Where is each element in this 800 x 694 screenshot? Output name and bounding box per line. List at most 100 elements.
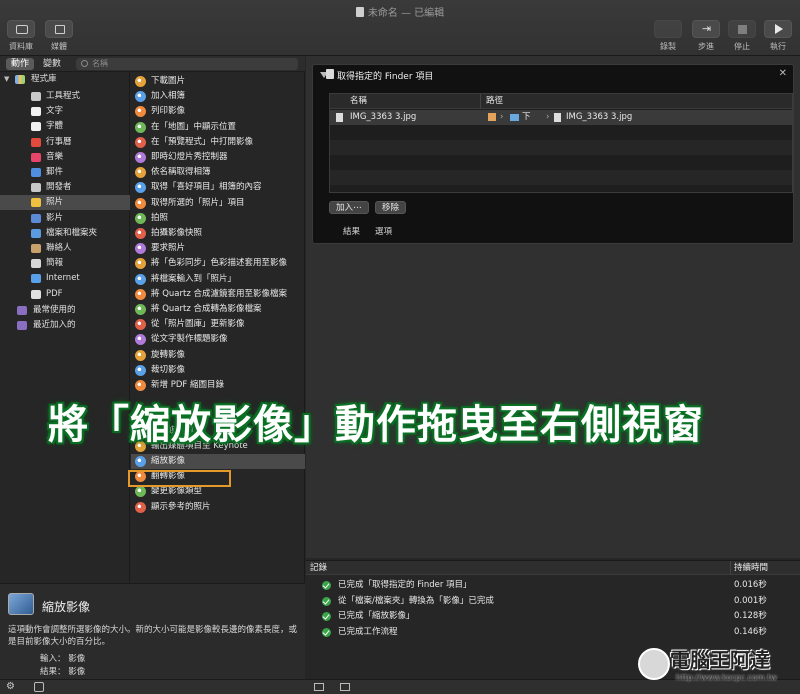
sidebar-item[interactable]: 照片 bbox=[0, 195, 130, 211]
category-icon bbox=[31, 107, 41, 117]
sidebar-item[interactable]: 字體 bbox=[0, 119, 130, 134]
log-row: 已完成「取得指定的 Finder 項目」 0.016秒 bbox=[306, 578, 800, 593]
library-list: ▼ 程式庫 工具程式 文字 字體 行事曆 音樂 郵件 開發者 照片 影片 檔案和檔案夾 聯絡人 簡報 I… bbox=[0, 72, 130, 582]
action-item[interactable]: 將 Quartz 合成濾鏡套用至影像檔案 bbox=[131, 287, 305, 302]
action-item[interactable]: 拍照 bbox=[131, 211, 305, 226]
action-item[interactable]: 顯示參考的照片 bbox=[131, 500, 305, 515]
sidebar-item[interactable]: 工具程式 bbox=[0, 89, 130, 104]
action-item[interactable]: 即時幻燈片秀控制器 bbox=[131, 150, 305, 165]
split-view-icon[interactable] bbox=[340, 683, 350, 691]
action-item[interactable]: 變更影像類型 bbox=[131, 484, 305, 499]
chevron-down-icon[interactable] bbox=[34, 682, 44, 692]
category-icon bbox=[31, 228, 41, 238]
list-view-icon[interactable] bbox=[314, 683, 324, 691]
action-item[interactable]: 縮放影像 bbox=[131, 454, 305, 469]
tab-options[interactable]: 選項 bbox=[375, 225, 392, 237]
action-item[interactable]: 下載圖片 bbox=[131, 74, 305, 89]
category-icon bbox=[31, 289, 41, 299]
sidebar-item[interactable]: PDF bbox=[0, 287, 130, 302]
stop-button[interactable] bbox=[728, 20, 756, 38]
category-icon bbox=[31, 274, 41, 284]
action-item[interactable]: 將 Quartz 合成轉為影像檔案 bbox=[131, 302, 305, 317]
action-item[interactable]: 從文字製作標題影像 bbox=[131, 332, 305, 347]
checkmark-icon bbox=[322, 581, 331, 590]
column-name[interactable]: 名稱 bbox=[350, 94, 367, 109]
sidebar-item[interactable]: 文字 bbox=[0, 104, 130, 119]
action-item[interactable]: 從「照片圖庫」更新影像 bbox=[131, 317, 305, 332]
smart-folder-icon bbox=[17, 321, 27, 330]
log-row: 從「檔案/檔案夾」轉換為「影像」已完成 0.001秒 bbox=[306, 594, 800, 609]
action-icon bbox=[135, 228, 146, 239]
action-item[interactable]: 加入相簿 bbox=[131, 89, 305, 104]
category-icon bbox=[31, 213, 41, 223]
sidebar-item[interactable]: 行事曆 bbox=[0, 135, 130, 150]
action-item[interactable]: 要求照片 bbox=[131, 241, 305, 256]
action-item[interactable]: 在「預覽程式」中打開影像 bbox=[131, 135, 305, 150]
column-path[interactable]: 路徑 bbox=[486, 94, 503, 109]
library-root[interactable]: ▼ 程式庫 bbox=[0, 72, 130, 87]
sidebar-item[interactable]: 郵件 bbox=[0, 165, 130, 180]
remove-button[interactable]: 移除 bbox=[375, 201, 407, 214]
table-header: 名稱 路徑 bbox=[330, 94, 792, 109]
action-item[interactable]: 列印影像 bbox=[131, 104, 305, 119]
action-icon bbox=[135, 167, 146, 179]
sidebar-item[interactable]: 開發者 bbox=[0, 180, 130, 195]
column-log[interactable]: 記錄 bbox=[310, 561, 327, 575]
play-icon bbox=[775, 24, 783, 34]
checkmark-icon bbox=[322, 612, 331, 621]
action-item[interactable]: 裁切影像 bbox=[131, 363, 305, 378]
record-label: 錄製 bbox=[660, 42, 676, 51]
gear-icon[interactable]: ⚙ bbox=[6, 681, 15, 692]
checkmark-icon bbox=[322, 596, 331, 606]
tab-variables[interactable]: 變數 bbox=[38, 58, 66, 70]
table-row[interactable]: IMG_3363 3.jpg › 下 › IMG_3363 3.jpg bbox=[330, 110, 792, 125]
sidebar-item[interactable]: 簡報 bbox=[0, 256, 130, 271]
sidebar-item[interactable]: Internet bbox=[0, 271, 130, 286]
action-item[interactable]: 將檔案輸入到「照片」 bbox=[131, 272, 305, 287]
action-item[interactable]: 依名稱取得相簿 bbox=[131, 165, 305, 180]
category-icon bbox=[31, 259, 41, 269]
action-item[interactable]: 將「色彩同步」色彩描述套用至影像 bbox=[131, 256, 305, 271]
action-item[interactable]: 翻轉影像 bbox=[131, 469, 305, 484]
library-button[interactable] bbox=[7, 20, 35, 38]
category-icon bbox=[31, 244, 41, 253]
music-icon bbox=[55, 25, 65, 34]
action-icon bbox=[135, 106, 146, 118]
document-icon bbox=[355, 7, 364, 17]
tab-results[interactable]: 結果 bbox=[343, 225, 360, 237]
action-item[interactable]: 新增 PDF 縮圖目錄 bbox=[131, 378, 305, 393]
action-item[interactable]: 取得所選的「照片」項目 bbox=[131, 196, 305, 211]
sidebar-item[interactable]: 音樂 bbox=[0, 150, 130, 165]
action-item[interactable]: 旋轉影像 bbox=[131, 348, 305, 363]
record-button[interactable] bbox=[654, 20, 682, 38]
sidebar-item[interactable]: 影片 bbox=[0, 211, 130, 226]
category-icon bbox=[31, 152, 41, 162]
action-icon bbox=[135, 334, 146, 346]
action-description: 縮放影像 這項動作會調整所選影像的大小。新的大小可能是影像較長邊的像素長度，或是… bbox=[0, 583, 305, 679]
workflow-area[interactable]: 取得指定的 Finder 項目 ✕ 名稱 路徑 IMG_3363 3.jpg ›… bbox=[306, 56, 800, 558]
library-added[interactable]: 最近加入的 bbox=[0, 318, 130, 333]
library-recent[interactable]: 最常使用的 bbox=[0, 303, 130, 318]
action-card[interactable]: 取得指定的 Finder 項目 ✕ 名稱 路徑 IMG_3363 3.jpg ›… bbox=[312, 64, 794, 244]
log-header: 記錄 持續時間 bbox=[306, 561, 800, 575]
add-button[interactable]: 加入⋯ bbox=[329, 201, 369, 214]
close-icon[interactable]: ✕ bbox=[779, 68, 787, 79]
step-button[interactable]: ⇥ bbox=[692, 20, 720, 38]
run-button[interactable] bbox=[764, 20, 792, 38]
action-item[interactable]: 在「地圖」中顯示位置 bbox=[131, 120, 305, 135]
library-icon bbox=[15, 75, 25, 84]
media-button[interactable] bbox=[45, 20, 73, 38]
column-duration[interactable]: 持續時間 bbox=[734, 561, 768, 575]
sidebar-item[interactable]: 檔案和檔案夾 bbox=[0, 226, 130, 241]
description-result: 結果： 影像 bbox=[40, 667, 86, 677]
sidebar-item[interactable]: 聯絡人 bbox=[0, 241, 130, 256]
mascot-logo bbox=[638, 648, 670, 680]
category-icon bbox=[31, 137, 41, 147]
action-item[interactable]: 取得「喜好項目」相簿的內容 bbox=[131, 180, 305, 195]
path-file: IMG_3363 3.jpg bbox=[566, 112, 633, 122]
finder-items-table[interactable]: 名稱 路徑 IMG_3363 3.jpg › 下 › IMG_3363 3.jp… bbox=[329, 93, 793, 193]
stop-icon bbox=[738, 25, 747, 34]
tab-actions[interactable]: 動作 bbox=[6, 58, 35, 70]
search-input[interactable]: 名稱 bbox=[76, 58, 298, 70]
action-item[interactable]: 拍攝影像快照 bbox=[131, 226, 305, 241]
